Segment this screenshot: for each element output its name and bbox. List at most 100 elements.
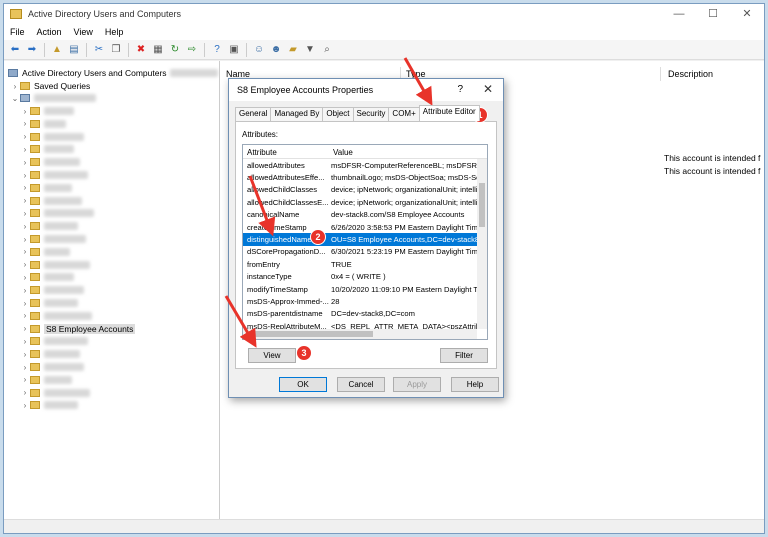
expand-icon[interactable]: › <box>20 222 30 231</box>
column-header-attribute[interactable]: Attribute <box>243 145 329 158</box>
forward-icon[interactable]: ➡ <box>25 43 39 57</box>
show-tree-icon[interactable]: ▤ <box>67 43 81 57</box>
attribute-row[interactable]: allowedAttributesEffe... thumbnailLogo; m… <box>243 171 487 183</box>
new-ou-icon[interactable]: ▰ <box>286 43 300 57</box>
tab-com-plus[interactable]: COM+ <box>388 107 420 121</box>
attribute-row[interactable]: msDS-Approx-Immed-... 28 <box>243 295 487 307</box>
tree-item[interactable]: › <box>20 118 66 130</box>
tree-item[interactable]: › <box>20 143 74 155</box>
expand-icon[interactable]: › <box>20 401 30 410</box>
expand-icon[interactable]: › <box>20 235 30 244</box>
expand-icon[interactable]: › <box>20 363 30 372</box>
new-group-icon[interactable]: ☻ <box>269 43 283 57</box>
expand-icon[interactable]: › <box>20 311 30 320</box>
cut-icon[interactable]: ✂ <box>92 43 106 57</box>
tree-item[interactable]: › <box>20 399 78 411</box>
attribute-row[interactable]: allowedAttributes msDFSR-ComputerReferenc… <box>243 159 487 171</box>
refresh-icon[interactable]: ↻ <box>168 43 182 57</box>
help-icon[interactable]: ? <box>457 84 463 95</box>
menu-action[interactable]: Action <box>37 27 62 37</box>
tree-item[interactable]: › <box>20 259 90 271</box>
tree-item[interactable]: › <box>20 297 78 309</box>
column-divider[interactable] <box>660 67 661 81</box>
attribute-row[interactable]: canonicalName dev-stack8.com/S8 Employee … <box>243 209 487 221</box>
vertical-scrollbar[interactable] <box>477 159 487 329</box>
close-button[interactable]: ✕ <box>730 4 764 24</box>
delete-icon[interactable]: ✖ <box>134 43 148 57</box>
collapse-icon[interactable]: ⌄ <box>10 94 20 103</box>
expand-icon[interactable]: › <box>20 337 30 346</box>
filter-button[interactable]: Filter <box>440 348 488 363</box>
tree-item[interactable]: › <box>20 220 78 232</box>
apply-button[interactable]: Apply <box>393 377 441 392</box>
up-folder-icon[interactable]: ▲ <box>50 43 64 57</box>
expand-icon[interactable]: › <box>20 388 30 397</box>
tree-item[interactable]: › <box>20 233 86 245</box>
expand-icon[interactable]: › <box>20 158 30 167</box>
tree-item-saved-queries[interactable]: › Saved Queries <box>10 80 91 92</box>
minimize-button[interactable]: — <box>662 4 696 24</box>
tree-item[interactable]: › <box>20 361 84 373</box>
expand-icon[interactable]: › <box>20 209 30 218</box>
attribute-row[interactable]: dSCorePropagationD... 6/30/2021 5:23:19 P… <box>243 246 487 258</box>
expand-icon[interactable]: › <box>20 171 30 180</box>
attribute-row[interactable]: createTimeStamp 6/26/2020 3:58:53 PM East… <box>243 221 487 233</box>
tree-item[interactable]: › <box>20 105 74 117</box>
attribute-row[interactable]: allowedChildClassesE... device; ipNetwork… <box>243 196 487 208</box>
back-icon[interactable]: ⬅ <box>8 43 22 57</box>
expand-icon[interactable]: › <box>20 324 30 333</box>
tree-item[interactable]: › <box>20 169 88 181</box>
expand-icon[interactable]: › <box>20 247 30 256</box>
help-icon[interactable]: ? <box>210 43 224 57</box>
menu-view[interactable]: View <box>74 27 93 37</box>
attribute-row[interactable]: modifyTimeStamp 10/20/2020 11:09:10 PM Ea… <box>243 283 487 295</box>
tree-item[interactable]: › <box>20 387 90 399</box>
menu-help[interactable]: Help <box>105 27 124 37</box>
tree-item-selected-ou[interactable]: › S8 Employee Accounts <box>20 323 136 335</box>
tree-item[interactable]: › <box>20 374 72 386</box>
console-icon[interactable]: ▣ <box>227 43 241 57</box>
expand-icon[interactable]: › <box>20 119 30 128</box>
expand-icon[interactable]: › <box>10 82 20 91</box>
column-header-value[interactable]: Value <box>329 145 357 158</box>
tree-item[interactable]: › <box>20 335 88 347</box>
attribute-list[interactable]: Attribute Value allowedAttributes msDFSR-… <box>242 144 488 340</box>
ok-button[interactable]: OK <box>279 377 327 392</box>
tree-item[interactable]: › <box>20 207 94 219</box>
copy-icon[interactable]: ❐ <box>109 43 123 57</box>
export-icon[interactable]: ⇨ <box>185 43 199 57</box>
tab-attribute-editor[interactable]: Attribute Editor <box>418 105 480 121</box>
expand-icon[interactable]: › <box>20 132 30 141</box>
expand-icon[interactable]: › <box>20 286 30 295</box>
filter-icon[interactable]: ▼ <box>303 43 317 57</box>
cancel-button[interactable]: Cancel <box>337 377 385 392</box>
find-icon[interactable]: ⌕ <box>320 43 334 57</box>
tree-item[interactable]: › <box>20 271 74 283</box>
new-user-icon[interactable]: ☺ <box>252 43 266 57</box>
scroll-thumb[interactable] <box>253 331 373 337</box>
tree-item-domain[interactable]: ⌄ <box>10 92 96 104</box>
help-button[interactable]: Help <box>451 377 499 392</box>
tree-item[interactable]: › <box>20 156 80 168</box>
maximize-button[interactable]: ☐ <box>696 4 730 24</box>
expand-icon[interactable]: › <box>20 107 30 116</box>
properties-icon[interactable]: ▦ <box>151 43 165 57</box>
view-button[interactable]: View <box>248 348 296 363</box>
attribute-row[interactable]: instanceType 0x4 = ( WRITE ) <box>243 271 487 283</box>
tab-security[interactable]: Security <box>352 107 390 121</box>
tree-item[interactable]: › <box>20 182 72 194</box>
horizontal-scrollbar[interactable] <box>243 329 477 339</box>
attribute-row[interactable]: allowedChildClasses device; ipNetwork; or… <box>243 184 487 196</box>
tree-item[interactable]: › <box>20 195 82 207</box>
scroll-thumb[interactable] <box>479 183 485 227</box>
expand-icon[interactable]: › <box>20 183 30 192</box>
menu-file[interactable]: File <box>10 27 25 37</box>
tree-root[interactable]: Active Directory Users and Computers <box>8 67 218 79</box>
column-header-description[interactable]: Description <box>668 69 713 79</box>
tree-item[interactable]: › <box>20 131 84 143</box>
expand-icon[interactable]: › <box>20 145 30 154</box>
tree-item[interactable]: › <box>20 246 70 258</box>
tab-general[interactable]: General <box>235 107 272 121</box>
expand-icon[interactable]: › <box>20 299 30 308</box>
expand-icon[interactable]: › <box>20 196 30 205</box>
